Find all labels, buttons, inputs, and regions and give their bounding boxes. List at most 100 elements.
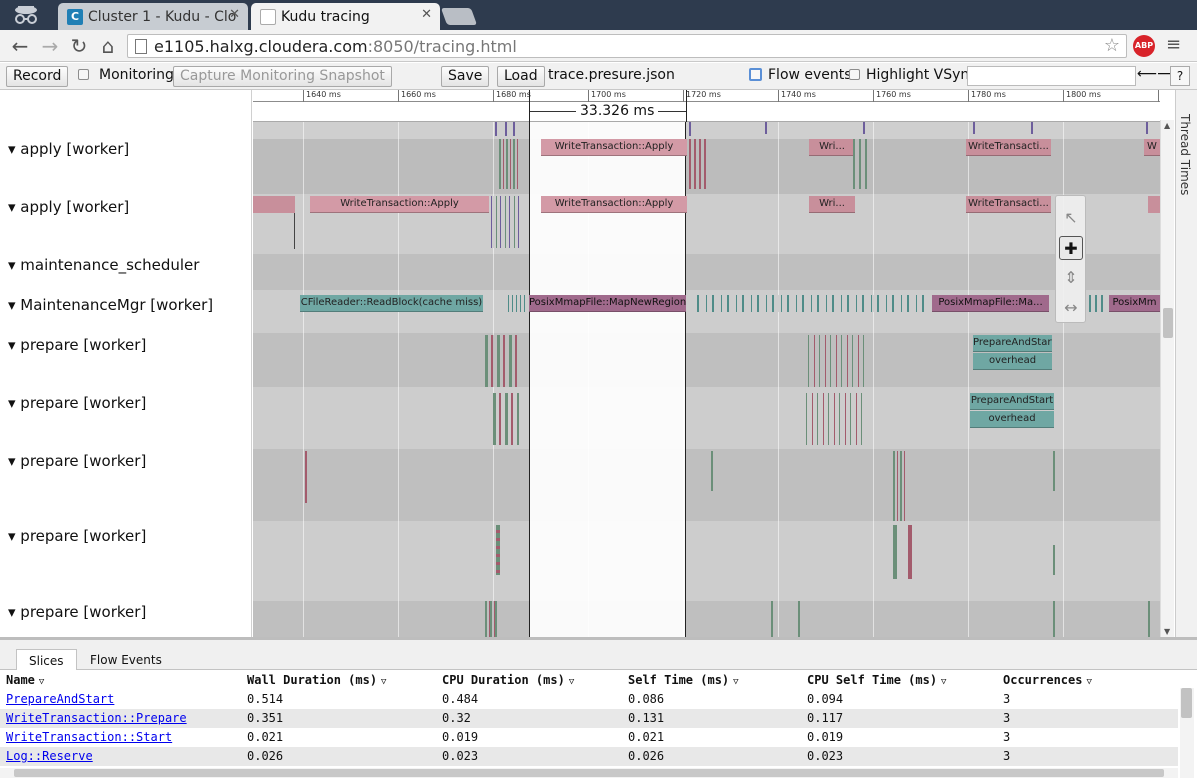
- selection-left-handle[interactable]: [529, 90, 530, 122]
- column-header-self-time[interactable]: Self Time (ms) ▽: [628, 673, 739, 687]
- grid-line: [968, 102, 969, 637]
- url-input[interactable]: e1105.halxg.cloudera.com:8050/tracing.ht…: [127, 34, 1127, 58]
- tab-cluster[interactable]: C Cluster 1 - Kudu - Clo ✕: [58, 3, 248, 30]
- slice-cluster: [485, 601, 499, 637]
- scroll-down-icon[interactable]: ▼: [1164, 627, 1170, 636]
- table-scrollbar[interactable]: [1180, 688, 1194, 778]
- trace-slice[interactable]: PrepareAndStart: [973, 335, 1052, 352]
- table-row[interactable]: Log::Reserve 0.026 0.023 0.026 0.023 3: [0, 747, 1178, 766]
- load-button[interactable]: Load: [497, 66, 545, 87]
- trace-slice[interactable]: Wri...: [809, 139, 855, 156]
- help-button[interactable]: ?: [1170, 66, 1190, 86]
- thread-times-label: Thread Times: [1178, 114, 1192, 196]
- trace-slice[interactable]: overhead: [970, 411, 1054, 428]
- trace-slice[interactable]: WriteTransaction::Apply: [541, 196, 687, 213]
- sort-icon: ▽: [381, 677, 387, 687]
- bookmark-star-icon[interactable]: ☆: [1104, 35, 1120, 56]
- trace-slice[interactable]: WriteTransacti...: [966, 139, 1051, 156]
- track-scroll-thumb[interactable]: [1163, 308, 1173, 338]
- select-tool-icon[interactable]: ↖: [1059, 206, 1083, 230]
- trace-slice[interactable]: overhead: [973, 353, 1052, 370]
- trace-slice[interactable]: Wri...: [809, 196, 855, 213]
- close-tab-icon[interactable]: ✕: [421, 7, 432, 22]
- timing-tool-icon[interactable]: ↔: [1059, 296, 1083, 320]
- save-button[interactable]: Save: [441, 66, 490, 87]
- column-header-wall-duration[interactable]: Wall Duration (ms) ▽: [247, 673, 386, 687]
- monitoring-checkbox[interactable]: [78, 69, 89, 80]
- highlight-vsync-checkbox[interactable]: [849, 69, 860, 80]
- scroll-up-icon[interactable]: ▲: [1164, 121, 1170, 130]
- track-label[interactable]: ▾ apply [worker]: [8, 198, 129, 216]
- back-icon[interactable]: ←: [8, 34, 32, 58]
- table-row[interactable]: WriteTransaction::Prepare 0.351 0.32 0.1…: [0, 709, 1178, 728]
- slice-cluster: [499, 139, 519, 189]
- trace-slice[interactable]: WriteTransaction::Apply: [541, 139, 687, 156]
- occurrences-cell: 3: [1003, 730, 1011, 744]
- adblock-icon[interactable]: ABP: [1133, 35, 1155, 57]
- tab-flow-events[interactable]: Flow Events: [78, 649, 174, 670]
- column-header-cpu-self-time[interactable]: CPU Self Time (ms) ▽: [807, 673, 946, 687]
- slice-name-link[interactable]: WriteTransaction::Start: [6, 730, 172, 744]
- track-label[interactable]: ▾ prepare [worker]: [8, 336, 146, 354]
- track-scrollbar[interactable]: ▲ ▼: [1160, 120, 1174, 637]
- table-header: Name ▽ Wall Duration (ms) ▽ CPU Duration (…: [0, 670, 1180, 690]
- capture-snapshot-button[interactable]: Capture Monitoring Snapshot: [173, 66, 392, 87]
- trace-slice-edge[interactable]: [253, 196, 295, 213]
- table-scroll-thumb[interactable]: [1181, 688, 1192, 718]
- slice-name-link[interactable]: WriteTransaction::Prepare: [6, 711, 187, 725]
- slice-name-link[interactable]: Log::Reserve: [6, 749, 93, 763]
- trace-slice[interactable]: PosixMm: [1109, 295, 1160, 312]
- slice-name-link[interactable]: PrepareAndStart: [6, 692, 114, 706]
- track-label[interactable]: ▾ prepare [worker]: [8, 603, 146, 621]
- slice-cluster: [806, 393, 862, 445]
- trace-slice[interactable]: WriteTransaction::Apply: [310, 196, 489, 213]
- zoom-tool-icon[interactable]: ⇕: [1059, 266, 1083, 290]
- search-input[interactable]: [967, 66, 1136, 86]
- track-label[interactable]: ▾ MaintenanceMgr [worker]: [8, 296, 213, 314]
- close-tab-icon[interactable]: ✕: [229, 7, 240, 22]
- track-label[interactable]: ▾ prepare [worker]: [8, 527, 146, 545]
- forward-icon[interactable]: →: [38, 34, 62, 58]
- record-button[interactable]: Record: [6, 66, 69, 87]
- address-bar: ← → ↻ ⌂ e1105.halxg.cloudera.com:8050/tr…: [0, 30, 1197, 62]
- column-header-cpu-duration[interactable]: CPU Duration (ms) ▽: [442, 673, 574, 687]
- table-horizontal-scrollbar[interactable]: [0, 768, 1178, 778]
- trace-slice[interactable]: PosixMmapFile::Ma...: [932, 295, 1049, 312]
- trace-slice[interactable]: WriteTransacti...: [966, 196, 1051, 213]
- track-labels: ▾ apply [worker] ▾ apply [worker] ▾ main…: [0, 90, 252, 637]
- ruler-tick: 1680 ms: [493, 90, 531, 102]
- track-label[interactable]: ▾ prepare [worker]: [8, 452, 146, 470]
- tab-kudu-tracing[interactable]: Kudu tracing ✕: [251, 3, 440, 30]
- grid-line: [873, 102, 874, 637]
- thread-times-panel-toggle[interactable]: Thread Times: [1175, 90, 1197, 637]
- time-selection-row[interactable]: 33.326 ms: [253, 102, 1160, 122]
- browser-menu-icon[interactable]: ≡: [1166, 34, 1181, 55]
- column-header-occurrences[interactable]: Occurrences ▽: [1003, 673, 1092, 687]
- trace-slice[interactable]: PrepareAndStart: [970, 393, 1054, 410]
- track-label[interactable]: ▾ maintenance_scheduler: [8, 256, 199, 274]
- column-header-name[interactable]: Name ▽: [6, 673, 44, 687]
- selection-right-handle[interactable]: [686, 90, 687, 122]
- trace-slice[interactable]: W: [1144, 139, 1160, 156]
- track-label[interactable]: ▾ apply [worker]: [8, 140, 129, 158]
- slice-marker: [893, 525, 897, 579]
- home-icon[interactable]: ⌂: [96, 34, 120, 58]
- table-horizontal-scroll-thumb[interactable]: [14, 769, 1164, 777]
- slice-marker: [765, 122, 767, 134]
- reload-icon[interactable]: ↻: [67, 34, 91, 58]
- timeline-track-area[interactable]: 1640 ms 1660 ms 1680 ms 1700 ms 1720 ms …: [253, 90, 1160, 637]
- pan-tool-icon[interactable]: ✚: [1059, 236, 1083, 260]
- trace-slice[interactable]: PosixMmapFile::MapNewRegion: [529, 295, 686, 312]
- slice-marker: [798, 601, 800, 637]
- table-row[interactable]: WriteTransaction::Start 0.021 0.019 0.02…: [0, 728, 1178, 747]
- trace-slice[interactable]: CFileReader::ReadBlock(cache miss): [300, 295, 483, 312]
- track-label[interactable]: ▾ prepare [worker]: [8, 394, 146, 412]
- slice-marker: [689, 122, 691, 136]
- table-row[interactable]: PrepareAndStart 0.514 0.484 0.086 0.094 …: [0, 690, 1178, 709]
- tab-slices[interactable]: Slices: [16, 649, 77, 670]
- time-ruler[interactable]: 1640 ms 1660 ms 1680 ms 1700 ms 1720 ms …: [253, 90, 1160, 102]
- trace-slice-edge[interactable]: [1148, 196, 1160, 213]
- new-tab-button[interactable]: [440, 8, 478, 25]
- flow-events-checkbox[interactable]: [749, 68, 762, 81]
- browser-tab-bar: C Cluster 1 - Kudu - Clo ✕ Kudu tracing …: [0, 0, 1197, 30]
